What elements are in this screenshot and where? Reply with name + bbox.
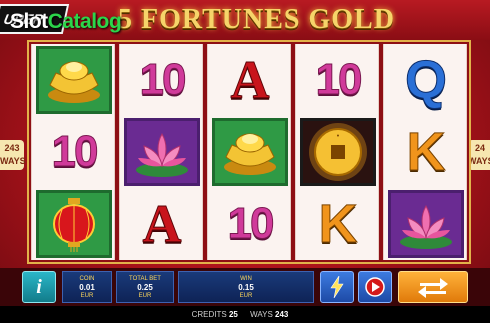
play-circle-icon [365,277,385,297]
win-currency: EUR [239,293,253,299]
reel-2: 10 A [119,44,203,260]
ways-marker-left: 243 WAYS [0,140,26,170]
reel-cell: • [296,116,380,188]
gold-ingot-icon [36,46,112,114]
coin-value: 0.01 [79,283,95,292]
footer: CREDITS 25 WAYS 243 [0,306,490,323]
ways-left-number: 243 [4,143,20,153]
win-value: 0.15 [238,283,254,292]
swap-arrows-icon [418,278,448,298]
gold-coin-icon: • [300,118,376,186]
watermark-main: Slot [10,10,48,33]
symbol-a: A [230,50,270,110]
ways-right-number: 24 [474,143,485,153]
total-bet-currency: EUR [138,293,152,299]
ways-value: 243 [275,310,289,319]
red-lantern-icon [36,190,112,258]
coin-label: COIN [79,276,95,282]
credits-value: 25 [228,310,238,319]
reel-cell: 10 [296,44,380,116]
reel-cell [32,188,116,260]
symbol-q: Q [404,50,447,110]
reel-3: A 10 [207,44,291,260]
reel-cell [208,116,292,188]
reel-cell [120,116,204,188]
reel-cell: A [208,44,292,116]
watermark-accent: Catalog [47,10,122,33]
ways-label: WAYS [250,310,273,319]
reel-cell: 10 [120,44,204,116]
info-button[interactable]: i [22,271,56,303]
reel-cell: K [296,188,380,260]
win-panel: WIN 0.15 EUR [178,271,314,303]
reel-cell [32,44,116,116]
symbol-ten: 10 [227,199,275,248]
watermark: SlotCatalog [10,10,122,34]
spin-button[interactable] [398,271,468,303]
reel-cell: 10 [32,116,116,188]
game-screen: UPER 5 FORTUNES GOLD SlotCatalog 243 WAY… [0,0,490,323]
reel-cell: K [384,116,468,188]
pink-lotus-icon [388,190,464,258]
ways-marker-right: 24 WAYS [468,140,490,170]
symbol-k: K [406,122,446,182]
credits-label: CREDITS [191,310,227,319]
win-label: WIN [240,276,252,282]
symbol-ten: 10 [315,55,363,104]
symbol-a: A [142,194,182,254]
coin-currency: EUR [80,293,94,299]
symbol-ten: 10 [139,55,187,104]
ways-right-label: WAYS [468,156,490,166]
control-bar: i COIN 0.01 EUR TOTAL BET 0.25 EUR WIN 0… [0,268,490,306]
ways-left-label: WAYS [0,156,26,166]
symbol-ten: 10 [51,127,99,176]
symbol-k: K [318,194,358,254]
reel-cell: Q [384,44,468,116]
turbo-button[interactable] [320,271,354,303]
total-bet-value: 0.25 [137,283,153,292]
reel-5: QK [383,44,467,260]
autoplay-button[interactable] [358,271,392,303]
coin-panel[interactable]: COIN 0.01 EUR [62,271,112,303]
game-title: 5 FORTUNES GOLD [118,4,395,35]
reel-4: 10 • K [295,44,379,260]
reel-cell [384,188,468,260]
header: UPER 5 FORTUNES GOLD SlotCatalog [0,0,490,40]
total-bet-panel[interactable]: TOTAL BET 0.25 EUR [116,271,174,303]
reel-1: 10 [31,44,115,260]
reel-cell: 10 [208,188,292,260]
reel-frame: 10 10 A A 10 10 • K Q K [27,40,471,264]
lightning-icon [330,276,344,298]
pink-lotus-icon [124,118,200,186]
total-bet-label: TOTAL BET [129,276,161,282]
gold-ingot-icon [212,118,288,186]
reel-cell: A [120,188,204,260]
